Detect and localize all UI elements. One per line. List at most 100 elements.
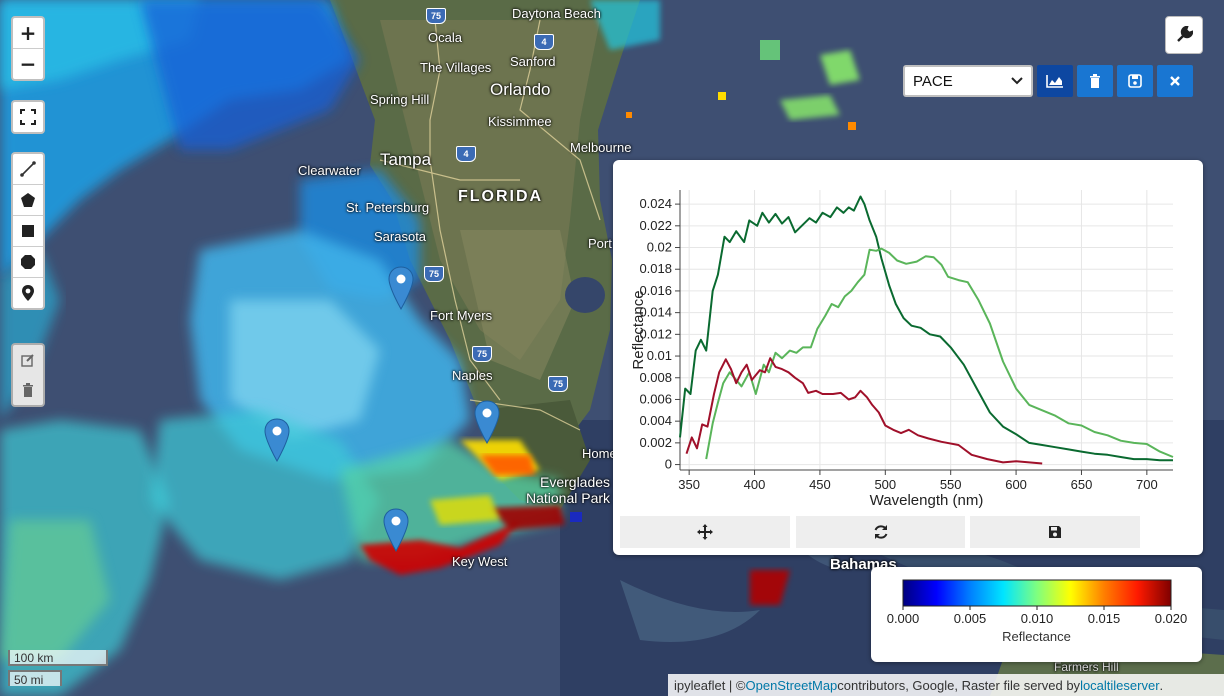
attribution-prefix: ipyleaflet | © [674, 677, 746, 693]
settings-button[interactable] [1165, 16, 1203, 54]
circle-icon [21, 255, 35, 269]
draw-polyline-button[interactable] [13, 154, 43, 185]
label-national-park: National Park [526, 490, 611, 506]
move-icon [697, 524, 713, 540]
label-key-west: Key West [452, 554, 508, 569]
marker-icon [22, 285, 34, 301]
save-icon [1128, 74, 1142, 88]
save-figure-button[interactable] [970, 516, 1140, 548]
y-tick-label: 0.024 [639, 196, 672, 211]
fullscreen-control [11, 100, 45, 134]
label-sarasota: Sarasota [374, 229, 427, 244]
x-tick-label: 450 [809, 477, 831, 492]
x-axis-label: Wavelength (nm) [870, 492, 984, 509]
layer-select-value: PACE [913, 72, 953, 90]
label-the-villages: The Villages [420, 60, 492, 75]
x-tick-label: 700 [1136, 477, 1158, 492]
y-tick-label: 0.004 [639, 413, 672, 428]
y-tick-label: 0 [665, 457, 672, 472]
colorbar-tick-label: 0.005 [954, 611, 987, 626]
line-chart-icon [1046, 75, 1063, 88]
colorbar-gradient [902, 579, 1172, 607]
edit-icon [21, 354, 34, 367]
x-tick-label: 400 [744, 477, 766, 492]
y-axis-label: Reflectance [630, 290, 647, 369]
label-naples: Naples [452, 368, 493, 383]
plot-spectrum-button[interactable] [1037, 65, 1073, 97]
x-tick-label: 650 [1071, 477, 1093, 492]
label-spring-hill: Spring Hill [370, 92, 430, 107]
x-tick-label: 550 [940, 477, 962, 492]
edit-toolbar [11, 343, 45, 407]
attribution-suffix: . [1159, 677, 1164, 693]
close-icon [1170, 76, 1180, 86]
y-tick-label: 0.002 [639, 435, 672, 450]
draw-circle-button[interactable] [13, 247, 43, 278]
colorbar-tick-label: 0.010 [1021, 611, 1054, 626]
save-icon [1049, 526, 1061, 538]
label-sanford: Sanford [510, 54, 556, 69]
y-tick-label: 0.01 [647, 348, 672, 363]
highway-shield: 75 [426, 8, 446, 24]
map-view[interactable]: Daytona Beach Ocala The Villages Sanford… [0, 0, 1224, 696]
label-kissimmee: Kissimmee [488, 114, 552, 129]
openstreetmap-link[interactable]: OpenStreetMap [746, 678, 838, 693]
label-homestead: Home [582, 446, 617, 461]
reset-view-button[interactable] [796, 516, 965, 548]
label-everglades: Everglades [540, 474, 611, 490]
map-marker[interactable] [388, 266, 414, 310]
save-button[interactable] [1117, 65, 1153, 97]
y-tick-label: 0.008 [639, 370, 672, 385]
highway-shield: 75 [548, 376, 568, 392]
attribution-middle: contributors, Google, Raster file served… [837, 677, 1081, 693]
map-attribution: ipyleaflet | © OpenStreetMap contributor… [668, 674, 1224, 696]
fullscreen-button[interactable] [13, 102, 43, 132]
map-marker[interactable] [383, 508, 409, 552]
label-farmers-hill: Farmers Hill [1054, 660, 1119, 674]
polygon-icon [21, 193, 35, 207]
colorbar-tick-label: 0.020 [1155, 611, 1188, 626]
colorbar-legend: 0.000 0.005 0.010 0.015 0.020 Reflectance [871, 567, 1202, 662]
spectral-plot-panel: 350 400 450 500 550 600 650 700 0 0.002 0.004 0.006… [613, 160, 1203, 555]
label-orlando: Orlando [490, 80, 551, 99]
y-tick-label: 0.022 [639, 218, 672, 233]
highway-shield: 75 [472, 346, 492, 362]
delete-layers-button[interactable] [13, 375, 43, 405]
y-tick-label: 0.018 [639, 261, 672, 276]
highway-shield: 75 [424, 266, 444, 282]
trash-icon [1090, 74, 1100, 88]
pan-button[interactable] [620, 516, 790, 548]
map-marker[interactable] [474, 400, 500, 444]
localtileserver-link[interactable]: localtileserver [1080, 678, 1159, 693]
layer-select[interactable]: PACE [903, 65, 1033, 97]
refresh-icon [874, 525, 887, 539]
label-st-petersburg: St. Petersburg [346, 200, 430, 215]
map-marker[interactable] [264, 418, 290, 462]
highway-shield: 4 [534, 34, 554, 50]
fullscreen-icon [20, 109, 36, 125]
label-fort-myers: Fort Myers [430, 308, 493, 323]
label-florida: FLORIDA [458, 188, 544, 205]
draw-marker-button[interactable] [13, 278, 43, 308]
zoom-out-button[interactable]: − [13, 49, 43, 79]
wrench-icon [1177, 26, 1193, 42]
close-button[interactable] [1157, 65, 1193, 97]
draw-polygon-button[interactable] [13, 185, 43, 216]
label-ocala: Ocala [428, 30, 462, 45]
y-tick-label: 0.02 [647, 240, 672, 255]
y-tick-label: 0.006 [639, 391, 672, 406]
series-line-2 [705, 247, 1174, 460]
label-melbourne: Melbourne [570, 140, 632, 155]
reflectance-chart: 350 400 450 500 550 600 650 700 0 0.002 0.004 0.006… [630, 190, 1174, 509]
zoom-in-button[interactable]: + [13, 18, 43, 49]
delete-button[interactable] [1077, 65, 1113, 97]
colorbar-tick-label: 0.000 [887, 611, 920, 626]
colorbar: 0.000 0.005 0.010 0.015 0.020 [887, 579, 1188, 626]
label-port: Port [588, 236, 612, 251]
edit-layers-button[interactable] [13, 345, 43, 375]
highway-shield: 4 [456, 146, 476, 162]
x-tick-label: 350 [678, 477, 700, 492]
polyline-icon [20, 161, 36, 177]
label-tampa: Tampa [380, 150, 432, 169]
draw-rectangle-button[interactable] [13, 216, 43, 247]
